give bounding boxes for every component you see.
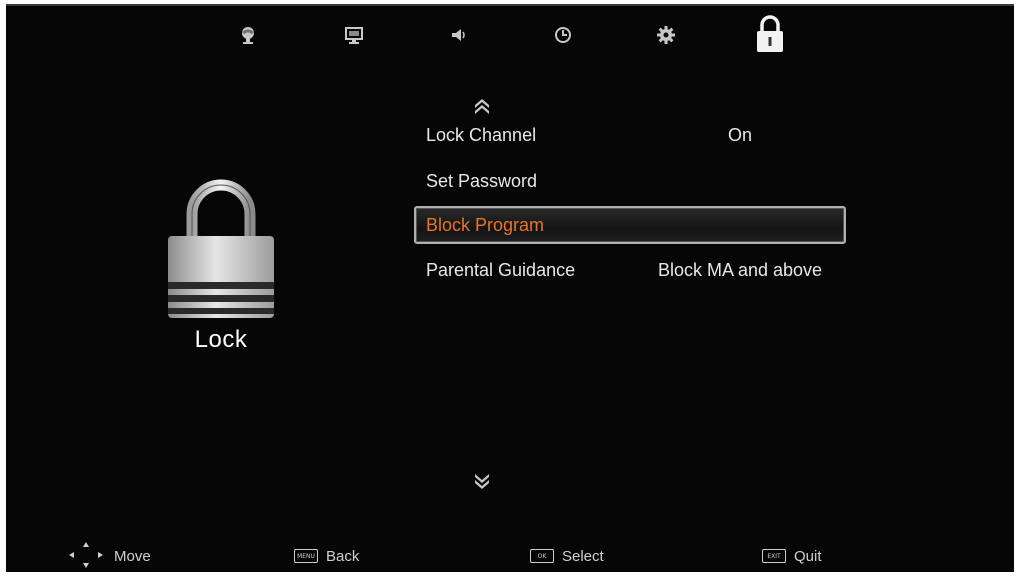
tv-menu-screen: Lock Lock Channel On Set Password Block … (6, 4, 1014, 572)
tab-sound[interactable] (444, 20, 474, 50)
menu-item-value: On (727, 125, 752, 145)
hint-move: Move (66, 542, 151, 568)
menu-item-set-password[interactable]: Set Password (414, 162, 846, 200)
lock-icon (757, 15, 783, 52)
chevron-down-icon (475, 474, 489, 489)
menu-item-label: Lock Channel (426, 125, 537, 145)
tab-lock[interactable] (750, 12, 790, 56)
clock-icon (555, 27, 571, 43)
hint-select-label: Select (562, 547, 604, 565)
picture-icon (242, 27, 254, 44)
menu-item-label: Set Password (426, 171, 538, 191)
menu-item-lock-channel[interactable]: Lock Channel On (414, 116, 846, 154)
tab-time[interactable] (548, 20, 578, 50)
menu-tab-bar (6, 8, 1014, 64)
hint-quit-label: Quit (794, 547, 822, 565)
tab-display[interactable] (339, 20, 369, 50)
ok-key-icon: OK (530, 549, 554, 563)
hint-back: MENU Back (294, 546, 359, 566)
tab-setup[interactable] (651, 20, 681, 50)
hint-quit: EXIT Quit (762, 546, 822, 566)
tab-picture[interactable] (233, 20, 263, 50)
exit-key-icon: EXIT (762, 549, 786, 563)
chevron-up-icon (475, 99, 489, 114)
menu-item-label: Block Program (426, 215, 545, 235)
hint-move-label: Move (114, 547, 151, 565)
hero-title: Lock (194, 326, 248, 353)
menu-item-parental-guidance[interactable]: Parental Guidance Block MA and above (414, 251, 846, 289)
hero-lock-image (162, 178, 280, 328)
hint-back-label: Back (326, 547, 360, 565)
scroll-up-arrow[interactable] (472, 96, 492, 114)
lock-icon (168, 179, 274, 318)
menu-item-label: Parental Guidance (426, 260, 576, 280)
sound-icon (452, 29, 465, 41)
screen-edge (6, 4, 1014, 6)
menu-item-value: Block MA and above (657, 260, 823, 280)
hint-bar: Move MENU Back OK Select EXIT Quit (6, 538, 1014, 572)
hint-select: OK Select (530, 546, 604, 566)
gear-icon (657, 26, 675, 44)
scroll-down-arrow[interactable] (472, 474, 492, 492)
menu-item-block-program[interactable]: Block Program (414, 206, 846, 244)
menu-key-icon: MENU (294, 549, 318, 563)
dpad-arrows-icon (69, 542, 103, 568)
display-icon (345, 27, 363, 44)
